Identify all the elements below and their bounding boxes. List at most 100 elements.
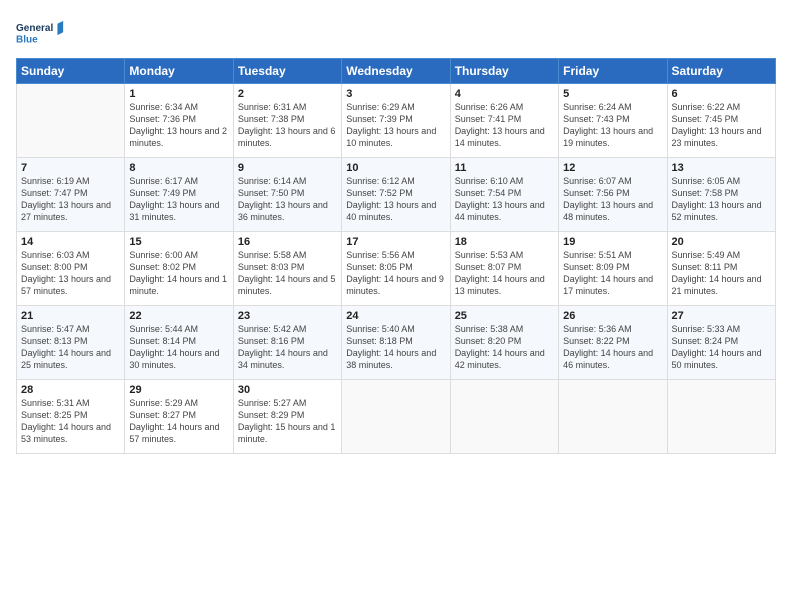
day-info: Sunrise: 6:03 AMSunset: 8:00 PMDaylight:… bbox=[21, 249, 120, 298]
day-number: 25 bbox=[455, 310, 554, 322]
day-cell: 17Sunrise: 5:56 AMSunset: 8:05 PMDayligh… bbox=[342, 232, 450, 306]
day-number: 24 bbox=[346, 310, 445, 322]
svg-text:Blue: Blue bbox=[16, 34, 38, 45]
day-number: 22 bbox=[129, 310, 228, 322]
day-cell bbox=[667, 380, 775, 454]
day-cell: 20Sunrise: 5:49 AMSunset: 8:11 PMDayligh… bbox=[667, 232, 775, 306]
weekday-header-saturday: Saturday bbox=[667, 59, 775, 84]
day-info: Sunrise: 5:33 AMSunset: 8:24 PMDaylight:… bbox=[672, 323, 771, 372]
day-cell: 13Sunrise: 6:05 AMSunset: 7:58 PMDayligh… bbox=[667, 158, 775, 232]
day-number: 27 bbox=[672, 310, 771, 322]
day-info: Sunrise: 5:51 AMSunset: 8:09 PMDaylight:… bbox=[563, 249, 662, 298]
weekday-header-wednesday: Wednesday bbox=[342, 59, 450, 84]
day-info: Sunrise: 6:10 AMSunset: 7:54 PMDaylight:… bbox=[455, 175, 554, 224]
day-number: 14 bbox=[21, 236, 120, 248]
day-info: Sunrise: 6:26 AMSunset: 7:41 PMDaylight:… bbox=[455, 101, 554, 150]
day-cell: 28Sunrise: 5:31 AMSunset: 8:25 PMDayligh… bbox=[17, 380, 125, 454]
day-cell: 23Sunrise: 5:42 AMSunset: 8:16 PMDayligh… bbox=[233, 306, 341, 380]
day-info: Sunrise: 6:17 AMSunset: 7:49 PMDaylight:… bbox=[129, 175, 228, 224]
logo: General Blue bbox=[16, 14, 66, 52]
day-info: Sunrise: 5:42 AMSunset: 8:16 PMDaylight:… bbox=[238, 323, 337, 372]
day-info: Sunrise: 5:38 AMSunset: 8:20 PMDaylight:… bbox=[455, 323, 554, 372]
day-cell: 11Sunrise: 6:10 AMSunset: 7:54 PMDayligh… bbox=[450, 158, 558, 232]
day-info: Sunrise: 5:47 AMSunset: 8:13 PMDaylight:… bbox=[21, 323, 120, 372]
day-number: 26 bbox=[563, 310, 662, 322]
day-info: Sunrise: 5:29 AMSunset: 8:27 PMDaylight:… bbox=[129, 397, 228, 446]
day-cell: 16Sunrise: 5:58 AMSunset: 8:03 PMDayligh… bbox=[233, 232, 341, 306]
day-number: 8 bbox=[129, 162, 228, 174]
day-cell: 15Sunrise: 6:00 AMSunset: 8:02 PMDayligh… bbox=[125, 232, 233, 306]
day-cell: 12Sunrise: 6:07 AMSunset: 7:56 PMDayligh… bbox=[559, 158, 667, 232]
weekday-header-friday: Friday bbox=[559, 59, 667, 84]
day-info: Sunrise: 5:44 AMSunset: 8:14 PMDaylight:… bbox=[129, 323, 228, 372]
day-cell: 24Sunrise: 5:40 AMSunset: 8:18 PMDayligh… bbox=[342, 306, 450, 380]
week-row-4: 21Sunrise: 5:47 AMSunset: 8:13 PMDayligh… bbox=[17, 306, 776, 380]
day-number: 9 bbox=[238, 162, 337, 174]
day-number: 4 bbox=[455, 88, 554, 100]
day-info: Sunrise: 6:24 AMSunset: 7:43 PMDaylight:… bbox=[563, 101, 662, 150]
day-cell bbox=[342, 380, 450, 454]
day-cell bbox=[450, 380, 558, 454]
day-info: Sunrise: 5:36 AMSunset: 8:22 PMDaylight:… bbox=[563, 323, 662, 372]
day-number: 7 bbox=[21, 162, 120, 174]
day-info: Sunrise: 5:53 AMSunset: 8:07 PMDaylight:… bbox=[455, 249, 554, 298]
day-number: 28 bbox=[21, 384, 120, 396]
day-cell: 19Sunrise: 5:51 AMSunset: 8:09 PMDayligh… bbox=[559, 232, 667, 306]
day-info: Sunrise: 6:31 AMSunset: 7:38 PMDaylight:… bbox=[238, 101, 337, 150]
day-cell: 25Sunrise: 5:38 AMSunset: 8:20 PMDayligh… bbox=[450, 306, 558, 380]
day-cell: 14Sunrise: 6:03 AMSunset: 8:00 PMDayligh… bbox=[17, 232, 125, 306]
day-info: Sunrise: 6:07 AMSunset: 7:56 PMDaylight:… bbox=[563, 175, 662, 224]
weekday-header-row: SundayMondayTuesdayWednesdayThursdayFrid… bbox=[17, 59, 776, 84]
week-row-5: 28Sunrise: 5:31 AMSunset: 8:25 PMDayligh… bbox=[17, 380, 776, 454]
day-cell: 18Sunrise: 5:53 AMSunset: 8:07 PMDayligh… bbox=[450, 232, 558, 306]
day-number: 15 bbox=[129, 236, 228, 248]
day-cell: 5Sunrise: 6:24 AMSunset: 7:43 PMDaylight… bbox=[559, 84, 667, 158]
day-number: 1 bbox=[129, 88, 228, 100]
header: General Blue bbox=[16, 10, 776, 52]
day-cell: 29Sunrise: 5:29 AMSunset: 8:27 PMDayligh… bbox=[125, 380, 233, 454]
day-number: 13 bbox=[672, 162, 771, 174]
day-cell: 6Sunrise: 6:22 AMSunset: 7:45 PMDaylight… bbox=[667, 84, 775, 158]
day-cell: 7Sunrise: 6:19 AMSunset: 7:47 PMDaylight… bbox=[17, 158, 125, 232]
weekday-header-monday: Monday bbox=[125, 59, 233, 84]
day-info: Sunrise: 6:05 AMSunset: 7:58 PMDaylight:… bbox=[672, 175, 771, 224]
day-info: Sunrise: 6:19 AMSunset: 7:47 PMDaylight:… bbox=[21, 175, 120, 224]
day-cell: 9Sunrise: 6:14 AMSunset: 7:50 PMDaylight… bbox=[233, 158, 341, 232]
day-info: Sunrise: 5:31 AMSunset: 8:25 PMDaylight:… bbox=[21, 397, 120, 446]
day-cell: 22Sunrise: 5:44 AMSunset: 8:14 PMDayligh… bbox=[125, 306, 233, 380]
day-number: 23 bbox=[238, 310, 337, 322]
day-number: 17 bbox=[346, 236, 445, 248]
day-number: 2 bbox=[238, 88, 337, 100]
day-number: 19 bbox=[563, 236, 662, 248]
day-cell: 2Sunrise: 6:31 AMSunset: 7:38 PMDaylight… bbox=[233, 84, 341, 158]
day-info: Sunrise: 6:12 AMSunset: 7:52 PMDaylight:… bbox=[346, 175, 445, 224]
day-cell: 27Sunrise: 5:33 AMSunset: 8:24 PMDayligh… bbox=[667, 306, 775, 380]
day-cell: 4Sunrise: 6:26 AMSunset: 7:41 PMDaylight… bbox=[450, 84, 558, 158]
day-number: 30 bbox=[238, 384, 337, 396]
day-number: 11 bbox=[455, 162, 554, 174]
day-number: 12 bbox=[563, 162, 662, 174]
day-cell bbox=[559, 380, 667, 454]
day-cell: 30Sunrise: 5:27 AMSunset: 8:29 PMDayligh… bbox=[233, 380, 341, 454]
weekday-header-thursday: Thursday bbox=[450, 59, 558, 84]
day-number: 6 bbox=[672, 88, 771, 100]
day-info: Sunrise: 6:00 AMSunset: 8:02 PMDaylight:… bbox=[129, 249, 228, 298]
day-cell bbox=[17, 84, 125, 158]
day-info: Sunrise: 5:58 AMSunset: 8:03 PMDaylight:… bbox=[238, 249, 337, 298]
day-info: Sunrise: 6:14 AMSunset: 7:50 PMDaylight:… bbox=[238, 175, 337, 224]
day-cell: 10Sunrise: 6:12 AMSunset: 7:52 PMDayligh… bbox=[342, 158, 450, 232]
day-info: Sunrise: 6:34 AMSunset: 7:36 PMDaylight:… bbox=[129, 101, 228, 150]
day-number: 18 bbox=[455, 236, 554, 248]
day-cell: 1Sunrise: 6:34 AMSunset: 7:36 PMDaylight… bbox=[125, 84, 233, 158]
day-number: 16 bbox=[238, 236, 337, 248]
day-info: Sunrise: 5:56 AMSunset: 8:05 PMDaylight:… bbox=[346, 249, 445, 298]
day-number: 29 bbox=[129, 384, 228, 396]
day-info: Sunrise: 5:49 AMSunset: 8:11 PMDaylight:… bbox=[672, 249, 771, 298]
week-row-2: 7Sunrise: 6:19 AMSunset: 7:47 PMDaylight… bbox=[17, 158, 776, 232]
week-row-1: 1Sunrise: 6:34 AMSunset: 7:36 PMDaylight… bbox=[17, 84, 776, 158]
weekday-header-sunday: Sunday bbox=[17, 59, 125, 84]
week-row-3: 14Sunrise: 6:03 AMSunset: 8:00 PMDayligh… bbox=[17, 232, 776, 306]
day-number: 20 bbox=[672, 236, 771, 248]
main-container: General Blue SundayMondayTuesdayWednesda… bbox=[0, 0, 792, 464]
day-info: Sunrise: 5:40 AMSunset: 8:18 PMDaylight:… bbox=[346, 323, 445, 372]
